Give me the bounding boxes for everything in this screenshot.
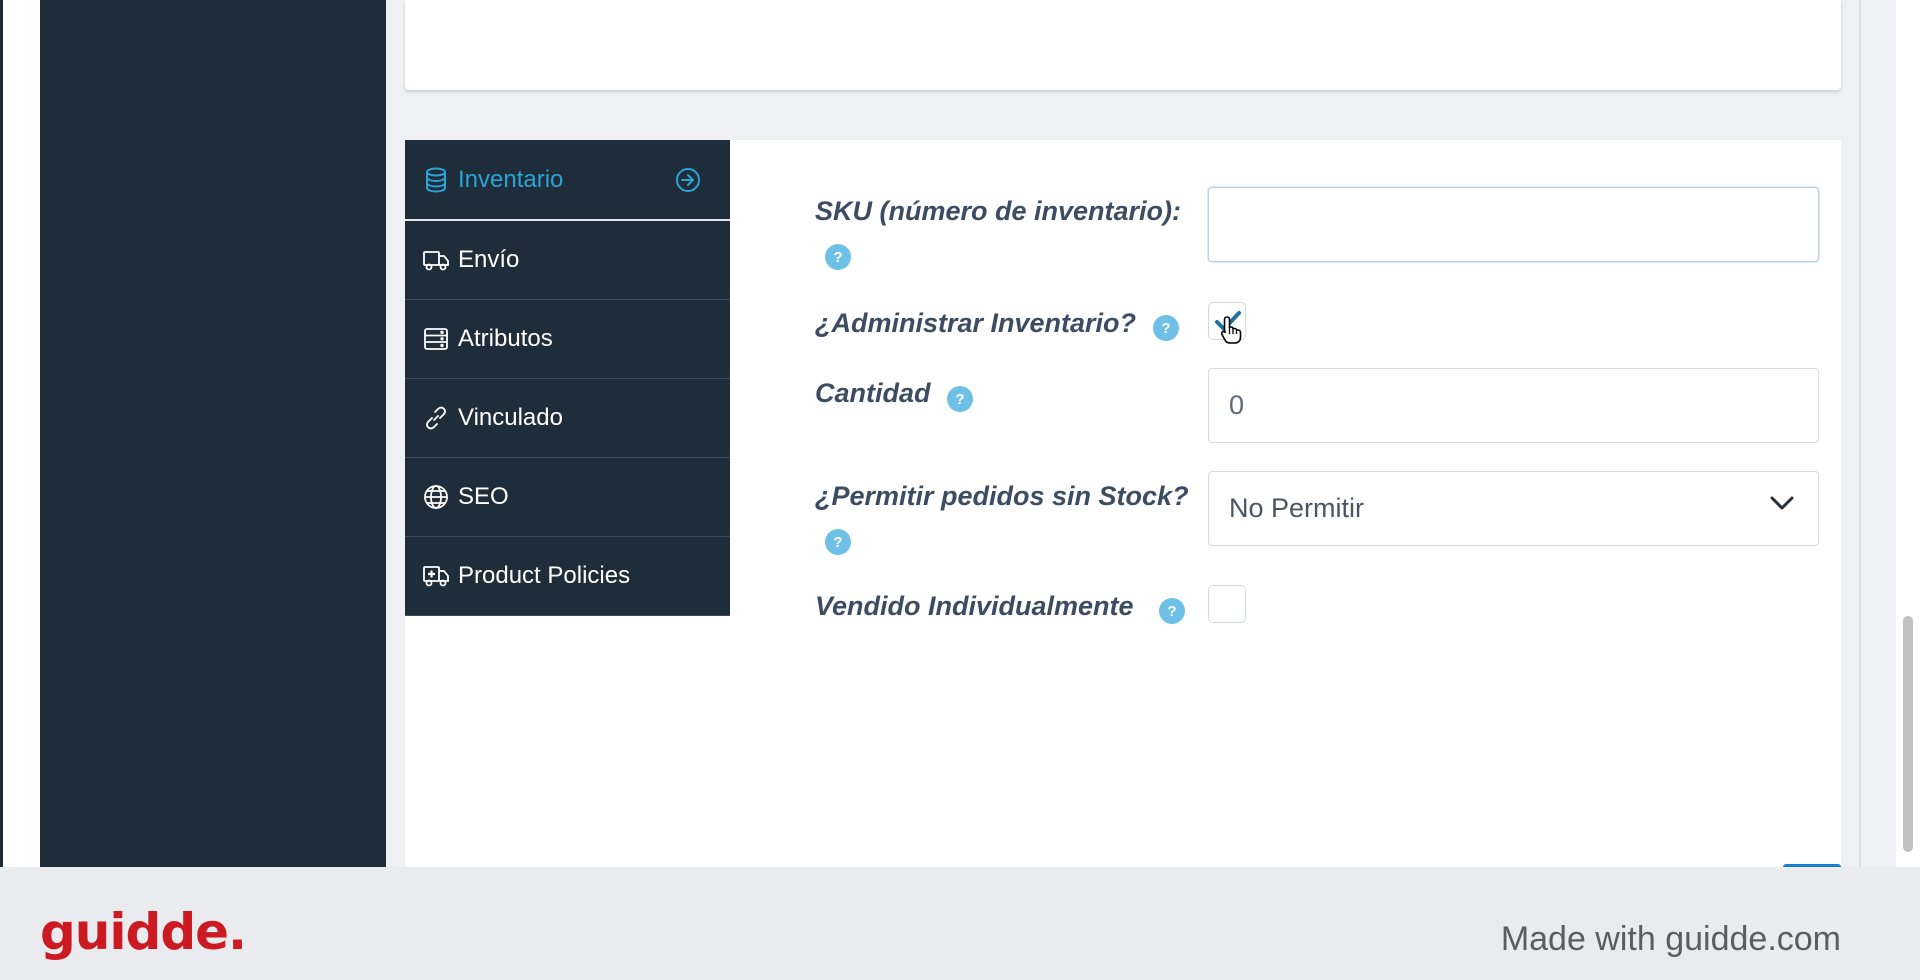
truck-icon <box>422 246 450 274</box>
backorders-label: ¿Permitir pedidos sin Stock? <box>815 481 1189 511</box>
app-screen: SKU (número de inventario): ? ¿Administr… <box>0 0 1920 867</box>
arrow-circle-right-icon <box>676 168 700 192</box>
tab-label: Atributos <box>458 325 553 352</box>
tab-label: SEO <box>458 483 509 510</box>
scrollbar-thumb[interactable] <box>1903 616 1913 852</box>
tab-atributos[interactable]: Atributos <box>405 300 730 379</box>
quantity-label: Cantidad <box>815 378 931 408</box>
quantity-input[interactable] <box>1208 368 1819 443</box>
page-gutter <box>3 0 40 867</box>
ambulance-icon <box>422 562 450 590</box>
server-icon <box>422 325 450 353</box>
manage-stock-label: ¿Administrar Inventario? <box>815 308 1137 338</box>
tab-label: Vinculado <box>458 404 563 431</box>
sku-input[interactable] <box>1208 187 1819 262</box>
made-with-text: Made with guidde.com <box>1500 920 1841 958</box>
guidde-logo: guidde. <box>40 903 247 961</box>
backorders-select[interactable]: No Permitir <box>1208 471 1819 546</box>
tab-envio[interactable]: Envío <box>405 221 730 300</box>
chevron-down-icon <box>1770 496 1794 510</box>
quantity-help-icon[interactable]: ? <box>947 386 973 412</box>
tab-vinculado[interactable]: Vinculado <box>405 379 730 458</box>
tab-label: Envío <box>458 246 520 273</box>
backorders-selected-value: No Permitir <box>1229 493 1365 523</box>
tab-seo[interactable]: SEO <box>405 458 730 537</box>
sold-individually-help-icon[interactable]: ? <box>1159 598 1185 624</box>
sold-individually-checkbox[interactable] <box>1208 585 1246 623</box>
tab-label: Product Policies <box>458 562 631 589</box>
sold-individually-label: Vendido Individualmente <box>815 591 1134 621</box>
content-divider <box>1859 0 1861 867</box>
backorders-help-icon[interactable]: ? <box>825 529 851 555</box>
sku-help-icon[interactable]: ? <box>825 244 851 270</box>
manage-stock-checkbox[interactable] <box>1208 302 1246 344</box>
manage-stock-help-icon[interactable]: ? <box>1153 315 1179 341</box>
link-icon <box>422 404 450 432</box>
sku-label: SKU (número de inventario): <box>815 196 1182 226</box>
tab-label: Inventario <box>458 165 564 193</box>
admin-sidebar <box>40 0 386 867</box>
tab-product-policies[interactable]: Product Policies <box>405 537 730 616</box>
top-card <box>405 0 1841 90</box>
database-icon <box>422 166 450 194</box>
hand-cursor-icon <box>1220 316 1242 344</box>
globe-icon <box>422 483 450 511</box>
product-data-tabs: Inventario Envío Atributos Vinculado SEO… <box>405 140 730 616</box>
tab-inventario[interactable]: Inventario <box>405 140 730 221</box>
